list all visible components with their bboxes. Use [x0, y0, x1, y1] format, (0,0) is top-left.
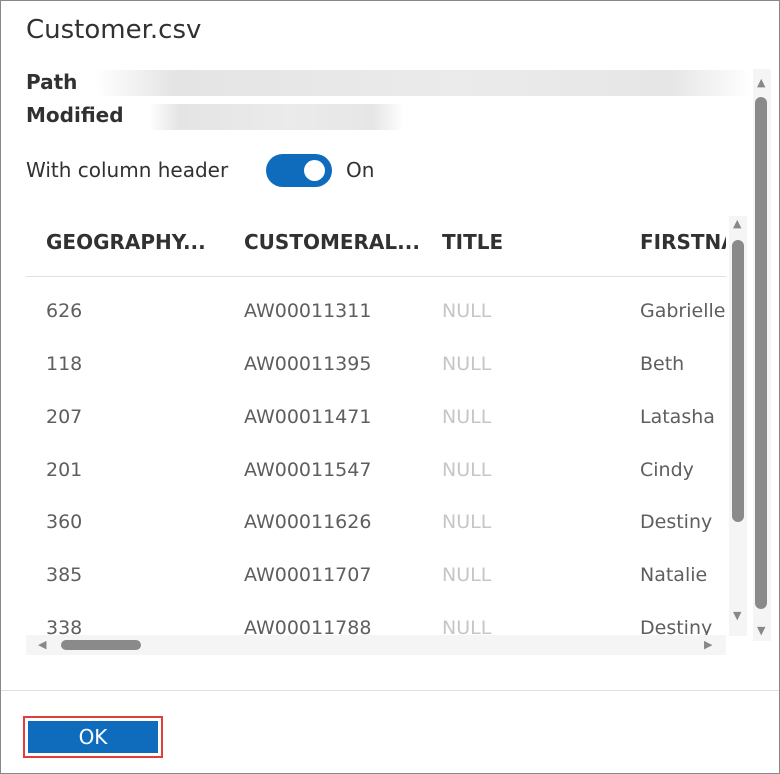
cell-title: NULL [442, 300, 492, 322]
cell-customeral: AW00011707 [244, 564, 372, 586]
table-row: 207 AW00011471 NULL Latasha [26, 392, 726, 444]
footer-divider [1, 690, 779, 691]
ok-button[interactable]: OK [28, 721, 158, 753]
toggle-state-text: On [346, 158, 375, 182]
cell-geography: 385 [46, 564, 83, 586]
grid-horizontal-scrollbar[interactable]: ◀ ▶ [26, 635, 726, 655]
cell-firstname: Beth [640, 353, 685, 375]
grid-vscroll-thumb[interactable] [732, 240, 744, 522]
triangle-up-icon[interactable]: ▲ [757, 77, 765, 88]
cell-title: NULL [442, 617, 492, 636]
table-row: 118 AW00011395 NULL Beth [26, 339, 726, 391]
column-header-title[interactable]: TITLE [442, 230, 627, 254]
cell-title: NULL [442, 564, 492, 586]
cell-firstname: Gabrielle [640, 300, 726, 322]
triangle-up-icon[interactable]: ▲ [733, 218, 741, 229]
cell-firstname: Destiny [640, 617, 713, 636]
grid-header-row: GEOGRAPHY... CUSTOMERAL... TITLE FIRSTNA [26, 216, 726, 277]
cell-customeral: AW00011395 [244, 353, 372, 375]
triangle-right-icon[interactable]: ▶ [704, 639, 712, 650]
customer-preview-dialog: Customer.csv Path Modified With column h… [0, 0, 780, 774]
cell-customeral: AW00011547 [244, 459, 372, 481]
cell-title: NULL [442, 511, 492, 533]
triangle-down-icon[interactable]: ▼ [733, 610, 741, 621]
cell-geography: 338 [46, 617, 83, 636]
triangle-down-icon[interactable]: ▼ [757, 625, 765, 636]
cell-customeral: AW00011788 [244, 617, 372, 636]
preview-data-grid: GEOGRAPHY... CUSTOMERAL... TITLE FIRSTNA… [26, 216, 726, 636]
table-row: 201 AW00011547 NULL Cindy [26, 445, 726, 497]
column-header-customeral[interactable]: CUSTOMERAL... [244, 230, 429, 254]
table-row: 360 AW00011626 NULL Destiny [26, 497, 726, 549]
cell-title: NULL [442, 406, 492, 428]
triangle-left-icon[interactable]: ◀ [38, 639, 46, 650]
table-row: 385 AW00011707 NULL Natalie [26, 550, 726, 602]
cell-customeral: AW00011471 [244, 406, 372, 428]
cell-customeral: AW00011626 [244, 511, 372, 533]
cell-title: NULL [442, 459, 492, 481]
cell-geography: 360 [46, 511, 83, 533]
dialog-vertical-scrollbar[interactable]: ▲ ▼ [753, 69, 771, 641]
modified-label: Modified [26, 103, 124, 127]
path-label: Path [26, 70, 78, 94]
dialog-title: Customer.csv [26, 15, 202, 45]
path-value-redacted [96, 70, 751, 96]
column-header-geography[interactable]: GEOGRAPHY... [46, 230, 231, 254]
toggle-knob [304, 160, 325, 181]
cell-geography: 118 [46, 353, 83, 375]
cell-geography: 201 [46, 459, 83, 481]
cell-firstname: Natalie [640, 564, 708, 586]
cell-firstname: Cindy [640, 459, 694, 481]
modified-value-redacted [149, 104, 404, 130]
column-header-toggle-label: With column header [26, 158, 229, 182]
table-row: 338 AW00011788 NULL Destiny [26, 603, 726, 636]
cell-firstname: Latasha [640, 406, 715, 428]
column-header-firstname[interactable]: FIRSTNA [640, 230, 726, 254]
column-header-toggle[interactable] [266, 154, 332, 187]
cell-geography: 626 [46, 300, 83, 322]
grid-hscroll-thumb[interactable] [61, 640, 141, 650]
dialog-scroll-thumb[interactable] [755, 97, 767, 609]
cell-firstname: Destiny [640, 511, 713, 533]
cell-title: NULL [442, 353, 492, 375]
cell-customeral: AW00011311 [244, 300, 372, 322]
grid-vertical-scrollbar[interactable]: ▲ ▼ [729, 216, 747, 636]
cell-geography: 207 [46, 406, 83, 428]
table-row: 626 AW00011311 NULL Gabrielle [26, 286, 726, 338]
